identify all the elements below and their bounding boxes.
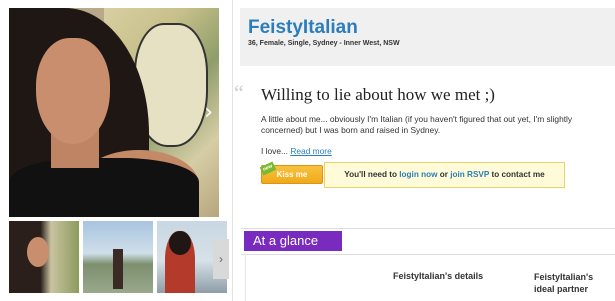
at-a-glance-tab[interactable]: At a glance <box>244 231 342 251</box>
profile-header: FeistyItalian 36, Female, Single, Sydney… <box>240 8 615 66</box>
about-section: “ Willing to lie about how we met ;) A l… <box>234 72 615 222</box>
ideal-partner-heading: FeistyItalian's ideal partner <box>534 272 594 294</box>
glance-left-edge <box>245 255 246 301</box>
chevron-right-icon[interactable]: › <box>213 239 229 279</box>
glance-content-divider <box>241 254 615 255</box>
profile-username: FeistyItalian <box>248 17 358 38</box>
column-divider <box>232 0 233 301</box>
glance-divider <box>241 228 615 229</box>
contact-prompt-suffix: to contact me <box>491 170 545 179</box>
love-prefix: I love... <box>261 146 288 156</box>
contact-prompt-prefix: You'll need to <box>344 170 397 179</box>
details-heading: FeistyItalian's details <box>393 271 484 281</box>
contact-prompt-or: or <box>439 170 448 179</box>
photo-thumbnail[interactable] <box>83 221 153 293</box>
kiss-me-label: Kiss me <box>276 170 308 179</box>
photo-gallery: › › <box>0 0 232 301</box>
login-link[interactable]: login now <box>399 170 437 179</box>
read-more-link[interactable]: Read more <box>290 146 331 156</box>
kiss-me-button[interactable]: new Kiss me <box>259 161 323 184</box>
chevron-right-icon[interactable]: › <box>204 102 213 124</box>
profile-details: 36, Female, Single, Sydney - Inner West,… <box>248 40 400 47</box>
new-badge: new <box>259 161 277 176</box>
photo-dress <box>9 158 199 217</box>
about-intro: A little about me... obviously I'm Itali… <box>261 114 573 135</box>
photo-face <box>36 38 110 144</box>
contact-prompt: You'll need to login now or join RSVP to… <box>324 162 565 188</box>
profile-headline: Willing to lie about how we met ;) <box>261 85 495 104</box>
quote-icon: “ <box>234 80 244 105</box>
photo-thumbnail[interactable] <box>9 221 79 293</box>
photo-thumbnails <box>9 221 233 301</box>
love-line: I love... Read more <box>261 146 332 156</box>
main-profile-photo[interactable]: › <box>9 8 219 217</box>
join-rsvp-link[interactable]: join RSVP <box>450 170 489 179</box>
